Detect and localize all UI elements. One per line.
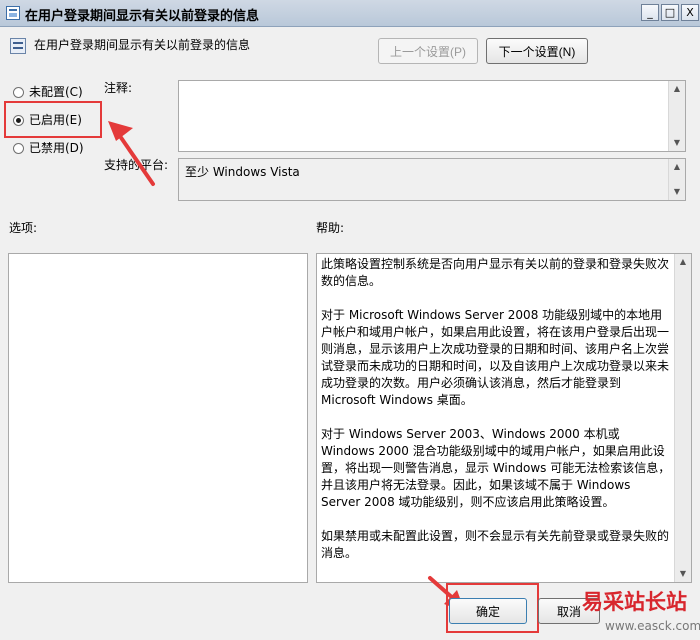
radio-label: 已禁用(D) xyxy=(29,141,84,155)
options-panel xyxy=(8,253,308,583)
help-paragraph: 此策略设置控制系统是否向用户显示有关以前的登录和登录失败次数的信息。 xyxy=(321,257,670,288)
scroll-up-icon[interactable]: ▲ xyxy=(675,254,691,270)
policy-setting-icon xyxy=(10,38,26,54)
help-label: 帮助: xyxy=(316,221,345,235)
scroll-up-icon[interactable]: ▲ xyxy=(669,159,685,175)
supported-platform-value: 至少 Windows Vista xyxy=(185,165,300,179)
comment-textarea[interactable]: ▲ ▼ xyxy=(178,80,686,152)
options-label: 选项: xyxy=(9,221,38,235)
help-paragraph: 对于 Windows Server 2003、Windows 2000 本机或 … xyxy=(321,427,671,509)
previous-setting-button[interactable]: 上一个设置(P) xyxy=(378,38,478,64)
watermark-main: 易采站长站 xyxy=(582,589,687,614)
watermark-sub: www.easck.com xyxy=(605,619,700,633)
ok-button[interactable]: 确定 xyxy=(449,598,527,624)
radio-disabled[interactable]: 已禁用(D) xyxy=(13,139,84,156)
radio-not-configured[interactable]: 未配置(C) xyxy=(13,83,83,100)
help-paragraph: 如果禁用或未配置此设置，则不会显示有关先前登录或登录失败的消息。 xyxy=(321,529,670,560)
watermark: 易采站长站 www.easck.com xyxy=(575,585,700,640)
scroll-down-icon[interactable]: ▼ xyxy=(669,135,685,151)
maximize-button[interactable]: □ xyxy=(661,4,679,21)
minimize-button[interactable]: _ xyxy=(641,4,659,21)
radio-label: 未配置(C) xyxy=(29,85,83,99)
comment-label: 注释: xyxy=(104,81,133,95)
supported-platform-box: 至少 Windows Vista ▲ ▼ xyxy=(178,158,686,201)
window-title: 在用户登录期间显示有关以前登录的信息 xyxy=(25,9,260,24)
policy-name: 在用户登录期间显示有关以前登录的信息 xyxy=(34,38,251,52)
radio-circle[interactable] xyxy=(13,87,24,98)
enabled-highlight-box xyxy=(4,101,102,138)
help-scrollbar[interactable]: ▲ ▼ xyxy=(674,254,691,582)
scroll-down-icon[interactable]: ▼ xyxy=(669,184,685,200)
annotation-arrow-icon xyxy=(108,121,155,186)
policy-window-icon xyxy=(6,6,20,20)
close-button[interactable]: X xyxy=(681,4,699,21)
radio-circle[interactable] xyxy=(13,143,24,154)
scroll-up-icon[interactable]: ▲ xyxy=(669,81,685,97)
supported-scrollbar[interactable]: ▲ ▼ xyxy=(668,159,685,200)
title-bar[interactable]: 在用户登录期间显示有关以前登录的信息 _ □ X xyxy=(0,0,700,27)
help-panel[interactable]: 此策略设置控制系统是否向用户显示有关以前的登录和登录失败次数的信息。 对于 Mi… xyxy=(316,253,692,583)
next-setting-button[interactable]: 下一个设置(N) xyxy=(486,38,588,64)
help-text: 此策略设置控制系统是否向用户显示有关以前的登录和登录失败次数的信息。 对于 Mi… xyxy=(321,256,673,580)
help-paragraph: 对于 Microsoft Windows Server 2008 功能级别域中的… xyxy=(321,308,670,407)
comment-scrollbar[interactable]: ▲ ▼ xyxy=(668,81,685,151)
scroll-down-icon[interactable]: ▼ xyxy=(675,566,691,582)
